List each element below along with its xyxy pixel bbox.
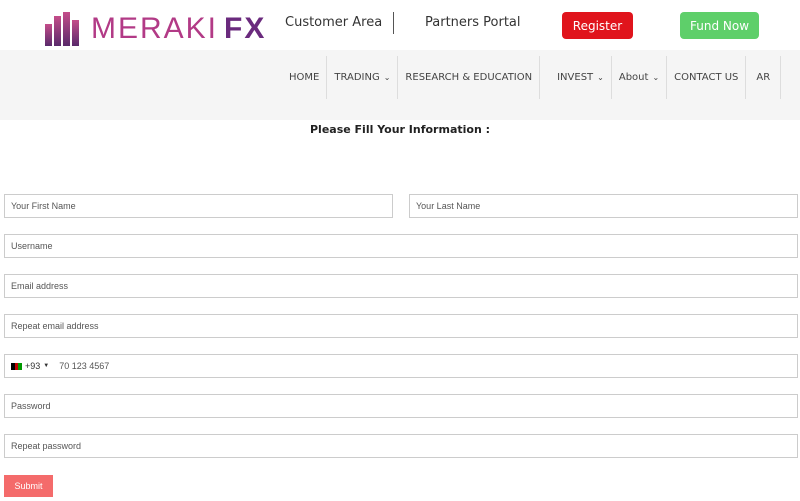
nav-item-home[interactable]: HOME <box>282 56 328 99</box>
repeat-password-input[interactable]: Repeat password <box>4 434 798 458</box>
email-input[interactable]: Email address <box>4 274 798 298</box>
nav-item-language-ar[interactable]: AR <box>746 56 782 99</box>
register-button[interactable]: Register <box>562 12 633 39</box>
last-name-input[interactable]: Your Last Name <box>409 194 798 218</box>
partners-portal-link[interactable]: Partners Portal <box>425 15 521 30</box>
caret-down-icon: ▼ <box>43 363 50 369</box>
chevron-down-icon: ⌄ <box>652 73 660 82</box>
customer-area-link[interactable]: Customer Area <box>285 15 382 30</box>
nav-item-research-education[interactable]: RESEARCH & EDUCATION <box>398 56 541 99</box>
phone-input[interactable]: +93 ▼ 70 123 4567 <box>4 354 798 378</box>
top-header: MERAKI FX Customer Area Partners Portal R… <box>0 0 800 50</box>
main-navbar: HOME TRADING ⌄ RESEARCH & EDUCATION INVE… <box>0 50 800 120</box>
logo-wordmark: MERAKI FX <box>91 12 267 45</box>
chevron-down-icon: ⌄ <box>597 73 604 82</box>
username-input[interactable]: Username <box>4 234 798 258</box>
nav-item-trading[interactable]: TRADING ⌄ <box>327 56 399 99</box>
main-nav: HOME TRADING ⌄ RESEARCH & EDUCATION INVE… <box>282 56 782 99</box>
nav-item-about[interactable]: About ⌄ <box>612 56 668 99</box>
header-divider <box>393 12 394 34</box>
brand-logo[interactable]: MERAKI FX <box>45 12 266 46</box>
chevron-down-icon: ⌄ <box>383 73 391 82</box>
logo-bars-icon <box>45 12 83 46</box>
country-code-select[interactable]: +93 ▼ <box>11 361 49 371</box>
form-title: Please Fill Your Information : <box>309 123 491 136</box>
password-input[interactable]: Password <box>4 394 798 418</box>
first-name-input[interactable]: Your First Name <box>4 194 393 218</box>
fund-now-button[interactable]: Fund Now <box>680 12 759 39</box>
repeat-email-input[interactable]: Repeat email address <box>4 314 798 338</box>
nav-item-contact-us[interactable]: CONTACT US <box>667 56 747 99</box>
afghanistan-flag-icon <box>11 362 23 370</box>
submit-button[interactable]: Submit <box>4 475 53 497</box>
nav-item-invest[interactable]: INVEST ⌄ <box>550 56 612 99</box>
